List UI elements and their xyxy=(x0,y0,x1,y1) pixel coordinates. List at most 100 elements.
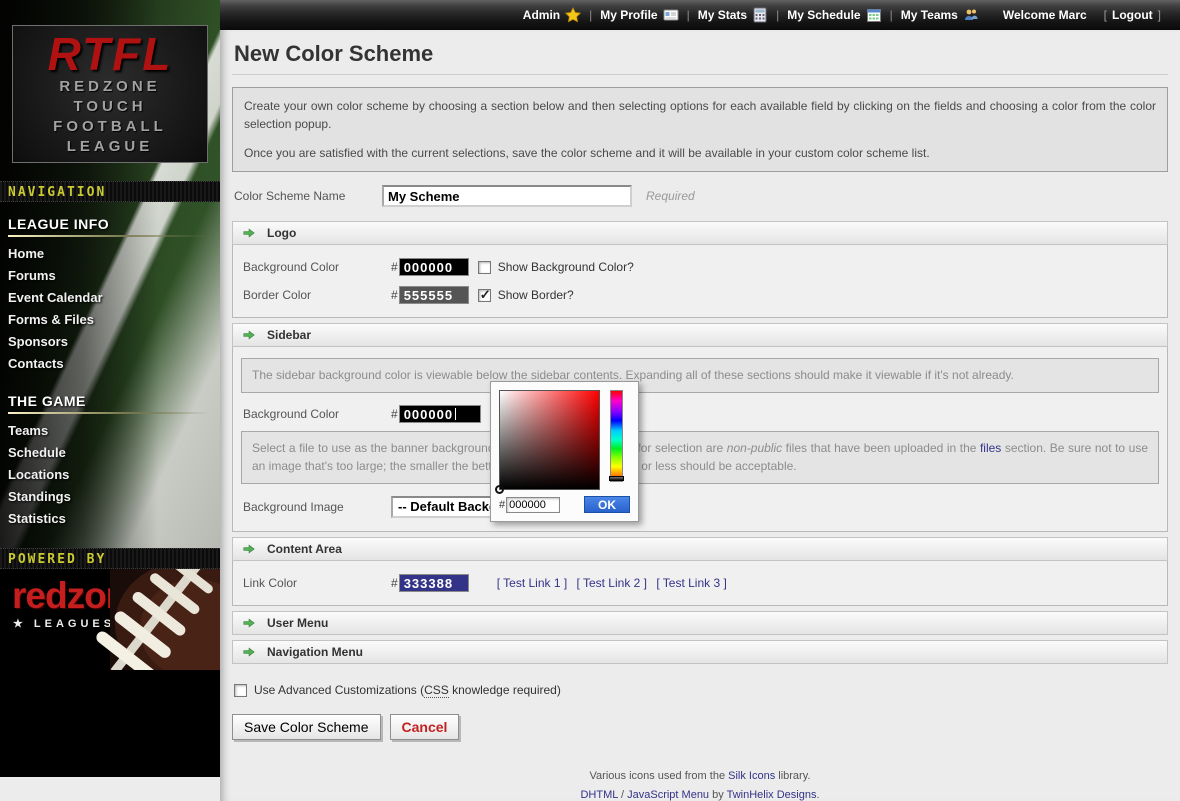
advanced-customizations-row: Use Advanced Customizations (CSS knowled… xyxy=(232,683,1168,697)
sidebar-item-locations[interactable]: Locations xyxy=(8,464,220,486)
silk-icons-link[interactable]: Silk Icons xyxy=(728,770,775,782)
hash-prefix: # xyxy=(391,407,398,421)
sidebar-item-standings[interactable]: Standings xyxy=(8,486,220,508)
logo-bg-color-row: Background Color # 000000 Show Backgroun… xyxy=(241,253,1159,281)
footer-icons-credit: Various icons used from the Silk Icons l… xyxy=(232,770,1168,782)
sidebar-bg-color-label: Background Color xyxy=(241,407,391,421)
cancel-button[interactable]: Cancel xyxy=(390,714,460,740)
menu-separator: | xyxy=(890,8,893,22)
link-color-swatch[interactable]: 333388 xyxy=(399,574,469,592)
section-title-sidebar: Sidebar xyxy=(267,328,311,342)
powered-by-header: POWERED BY xyxy=(0,548,220,569)
section-header-content-area[interactable]: Content Area xyxy=(232,537,1168,561)
required-note: Required xyxy=(646,189,695,203)
hash-prefix: # xyxy=(499,499,505,511)
nav-section-league-info: LEAGUE INFO xyxy=(8,210,220,234)
hue-slider-handle[interactable] xyxy=(609,476,624,481)
navigation-header: NAVIGATION xyxy=(0,181,220,202)
nav-underline xyxy=(8,235,210,237)
sidebar-item-event-calendar[interactable]: Event Calendar xyxy=(8,287,220,309)
dhtml-link[interactable]: DHTML xyxy=(580,789,617,801)
sidebar-item-contacts[interactable]: Contacts xyxy=(8,353,220,375)
footer-text: by xyxy=(709,789,727,801)
section-header-navigation-menu[interactable]: Navigation Menu xyxy=(232,640,1168,664)
saturation-value-gradient[interactable] xyxy=(499,390,600,490)
advanced-customizations-checkbox[interactable] xyxy=(234,684,247,697)
page-footer: Various icons used from the Silk Icons l… xyxy=(232,770,1168,801)
sidebar-item-statistics[interactable]: Statistics xyxy=(8,508,220,530)
footer-menu-credit: DHTML / JavaScript Menu by TwinHelix Des… xyxy=(232,789,1168,801)
logout-bracket: ] xyxy=(1158,8,1161,22)
green-arrow-icon xyxy=(242,645,256,659)
advanced-label-suffix: knowledge required) xyxy=(449,683,561,697)
intro-paragraph-2: Once you are satisfied with the current … xyxy=(244,144,1156,162)
javascript-menu-link[interactable]: JavaScript Menu xyxy=(627,789,709,801)
text-caret xyxy=(455,408,456,420)
menu-item-my-stats[interactable]: My Stats xyxy=(698,7,768,23)
sidebar-item-home[interactable]: Home xyxy=(8,243,220,265)
sidebar-nav: LEAGUE INFO Home Forums Event Calendar F… xyxy=(0,202,220,530)
test-link-1[interactable]: [ Test Link 1 ] xyxy=(497,576,567,590)
calculator-icon xyxy=(752,7,768,23)
sidebar-item-teams[interactable]: Teams xyxy=(8,420,220,442)
sidebar-item-forums[interactable]: Forums xyxy=(8,265,220,287)
welcome-text: Welcome Marc xyxy=(1003,8,1087,22)
section-header-sidebar[interactable]: Sidebar xyxy=(232,323,1168,347)
sidebar-item-forms-files[interactable]: Forms & Files xyxy=(8,309,220,331)
redzone-leagues-logo[interactable]: redzone ★ LEAGUES ★ xyxy=(0,569,220,670)
banner-image-note: Select a file to use as the banner backg… xyxy=(241,431,1159,484)
hash-prefix: # xyxy=(391,288,398,302)
show-bg-color-checkbox[interactable] xyxy=(478,261,491,274)
hash-prefix: # xyxy=(391,260,398,274)
menu-item-my-schedule[interactable]: My Schedule xyxy=(787,7,881,23)
sidebar-item-sponsors[interactable]: Sponsors xyxy=(8,331,220,353)
vcard-icon xyxy=(663,7,679,23)
color-scheme-name-input[interactable] xyxy=(382,185,632,207)
hex-color-input[interactable] xyxy=(506,497,560,513)
section-header-user-menu[interactable]: User Menu xyxy=(232,611,1168,635)
group-icon xyxy=(963,7,979,23)
background-image-label: Background Image xyxy=(241,500,391,514)
section-title-user-menu: User Menu xyxy=(267,616,328,630)
color-scheme-name-row: Color Scheme Name Required xyxy=(232,185,1168,207)
show-border-checkbox[interactable] xyxy=(478,289,491,302)
star-icon xyxy=(565,7,581,23)
sidebar-bg-color-swatch[interactable]: 000000 xyxy=(399,405,481,423)
league-logo[interactable]: RTFL REDZONE TOUCH FOOTBALL LEAGUE xyxy=(12,25,208,163)
logo-border-color-swatch[interactable]: 555555 xyxy=(399,286,469,304)
save-color-scheme-button[interactable]: Save Color Scheme xyxy=(232,714,381,740)
color-picker-top xyxy=(499,390,630,490)
sidebar-item-schedule[interactable]: Schedule xyxy=(8,442,220,464)
logo-line: FOOTBALL xyxy=(13,117,207,137)
menu-item-admin[interactable]: Admin xyxy=(523,7,581,23)
green-arrow-icon xyxy=(242,542,256,556)
menu-item-my-profile[interactable]: My Profile xyxy=(600,7,678,23)
logo-border-color-label: Border Color xyxy=(241,288,391,302)
footer-text: library. xyxy=(775,770,810,782)
ok-button[interactable]: OK xyxy=(584,496,630,513)
menu-item-my-teams[interactable]: My Teams xyxy=(901,7,979,23)
show-border-label: Show Border? xyxy=(498,288,574,302)
nav-section-the-game: THE GAME xyxy=(8,387,220,411)
hue-slider[interactable] xyxy=(610,390,623,482)
content-area-panel: Link Color # 333388 [ Test Link 1 ] [ Te… xyxy=(232,561,1168,606)
show-bg-color-label: Show Background Color? xyxy=(498,260,634,274)
test-link-2[interactable]: [ Test Link 2 ] xyxy=(577,576,647,590)
logout-button[interactable]: [ Logout ] xyxy=(1099,8,1166,22)
footer-text: / xyxy=(618,789,627,801)
advanced-label-prefix: Use Advanced Customizations ( xyxy=(254,683,424,697)
page-title: New Color Scheme xyxy=(232,38,1168,75)
twinhelix-designs-link[interactable]: TwinHelix Designs xyxy=(727,789,817,801)
logo-bg-color-swatch[interactable]: 000000 xyxy=(399,258,469,276)
league-logo-lines: REDZONE TOUCH FOOTBALL LEAGUE xyxy=(13,77,207,157)
green-arrow-icon xyxy=(242,226,256,240)
color-selection-marker[interactable] xyxy=(495,485,504,494)
menu-separator: | xyxy=(776,8,779,22)
menu-item-my-schedule-label: My Schedule xyxy=(787,8,860,22)
section-header-logo[interactable]: Logo xyxy=(232,221,1168,245)
logo-line: TOUCH xyxy=(13,97,207,117)
league-sidebar: RTFL REDZONE TOUCH FOOTBALL LEAGUE NAVIG… xyxy=(0,0,220,777)
logo-line: LEAGUE xyxy=(13,137,207,157)
files-link[interactable]: files xyxy=(980,441,1001,455)
test-link-3[interactable]: [ Test Link 3 ] xyxy=(656,576,726,590)
